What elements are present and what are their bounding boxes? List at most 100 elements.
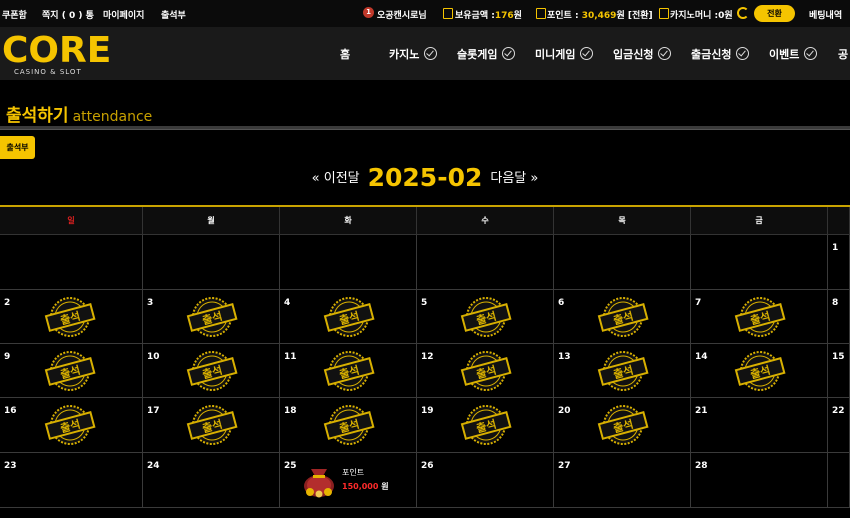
header: CORE CASINO & SLOT 홈 카지노 슬롯게임 미니게임 입금신청 … <box>0 27 850 80</box>
day-number: 28 <box>695 461 708 471</box>
casino-money-icon <box>659 8 669 19</box>
nav-label: 이벤트 <box>769 48 800 61</box>
nav-label: 슬롯게임 <box>457 48 498 61</box>
prev-month-link[interactable]: « 이전달 <box>312 171 360 186</box>
day-number: 3 <box>147 298 154 308</box>
weekday-header: 화 <box>280 207 417 235</box>
point-unit: 원 <box>616 11 625 21</box>
day-number: 19 <box>421 406 434 416</box>
calendar-day-cell: 13 출석 <box>554 344 691 398</box>
mypage-link[interactable]: 마이페이지 <box>103 8 144 21</box>
calendar-day-cell: 4 출석 <box>280 290 417 344</box>
day-number: 17 <box>147 406 160 416</box>
page-title-ko: 출석하기 <box>6 106 69 126</box>
nav-minigame[interactable]: 미니게임 <box>535 46 594 62</box>
next-month-link[interactable]: 다음달 » <box>490 171 538 186</box>
day-number: 4 <box>284 298 291 308</box>
casino-unit: 원 <box>724 11 733 21</box>
attendance-stamp-icon: 출석 <box>597 405 649 445</box>
calendar-day-cell <box>554 235 691 290</box>
day-number: 12 <box>421 352 434 362</box>
attendance-stamp-icon: 출석 <box>323 297 375 337</box>
attendance-book-button[interactable]: 출석부 <box>0 136 35 159</box>
point-display: 포인트 : 30,469원 [전환] <box>547 8 653 21</box>
day-number: 23 <box>4 461 17 471</box>
weekday-header: 일 <box>0 207 143 235</box>
day-number: 7 <box>695 298 702 308</box>
calendar-day-cell: 14 출석 <box>691 344 828 398</box>
refresh-icon[interactable] <box>737 7 749 19</box>
day-number: 18 <box>284 406 297 416</box>
calendar-day-cell <box>417 235 554 290</box>
attendance-stamp-icon: 출석 <box>186 351 238 391</box>
bet-history-link[interactable]: 베팅내역 <box>809 8 842 21</box>
calendar-day-cell <box>828 453 850 508</box>
message-link[interactable]: 쪽지 ( 0 ) 통 <box>42 8 94 21</box>
calendar-day-cell: 27 <box>554 453 691 508</box>
nav-notice[interactable]: 공 <box>838 46 848 62</box>
attendance-stamp-icon: 출석 <box>460 351 512 391</box>
calendar-day-cell: 25 포인트 150,000 원 <box>280 453 417 508</box>
point-value: 30,469 <box>581 11 617 21</box>
page-title-en: attendance <box>72 109 153 125</box>
message-label: 쪽지 <box>42 11 59 21</box>
convert-button[interactable]: 전환 <box>754 5 795 22</box>
casino-label: 카지노머니 : <box>670 11 719 21</box>
month-title: 2025-02 <box>367 163 483 192</box>
point-convert-link[interactable]: [전환] <box>628 11 653 21</box>
nav-event[interactable]: 이벤트 <box>769 46 818 62</box>
calendar-day-cell: 11 출석 <box>280 344 417 398</box>
calendar-day-cell: 22 <box>828 398 850 453</box>
calendar-day-cell: 19 출석 <box>417 398 554 453</box>
nav-withdraw[interactable]: 출금신청 <box>691 46 750 62</box>
day-number: 16 <box>4 406 17 416</box>
calendar-day-cell: 8 <box>828 290 850 344</box>
calendar-day-cell <box>691 235 828 290</box>
nav-slot[interactable]: 슬롯게임 <box>457 46 516 62</box>
weekday-header: 목 <box>554 207 691 235</box>
day-number: 21 <box>695 406 708 416</box>
check-circle-icon <box>658 47 672 60</box>
attendance-stamp-icon: 출석 <box>323 405 375 445</box>
attendance-stamp-icon: 출석 <box>734 351 786 391</box>
casino-money-display: 카지노머니 :0원 <box>670 8 733 21</box>
page-title: 출석하기 attendance <box>6 101 152 126</box>
day-number: 14 <box>695 352 708 362</box>
day-number: 11 <box>284 352 297 362</box>
attendance-stamp-icon: 출석 <box>44 351 96 391</box>
user-name: 오공캔시로님 <box>377 11 427 21</box>
attendance-stamp-icon: 출석 <box>323 351 375 391</box>
attendance-stamp-icon: 출석 <box>460 405 512 445</box>
day-number: 1 <box>832 243 839 253</box>
attendance-link[interactable]: 출석부 <box>161 8 186 21</box>
logo-text: CORE <box>2 30 112 71</box>
day-number: 26 <box>421 461 434 471</box>
calendar-day-cell: 2 출석 <box>0 290 143 344</box>
check-circle-icon <box>804 47 818 60</box>
money-bag-icon <box>304 469 334 498</box>
calendar-day-cell: 6 출석 <box>554 290 691 344</box>
balance-unit: 원 <box>513 11 522 21</box>
attendance-stamp-icon: 출석 <box>460 297 512 337</box>
nav-casino[interactable]: 카지노 <box>389 46 438 62</box>
nav-deposit[interactable]: 입금신청 <box>613 46 672 62</box>
calendar-header: 일월화수목금 <box>0 207 850 235</box>
day-number: 6 <box>558 298 565 308</box>
nav-label: 미니게임 <box>535 48 576 61</box>
attendance-stamp-icon: 출석 <box>597 351 649 391</box>
balance-value: 176 <box>494 11 514 21</box>
calendar-day-cell: 18 출석 <box>280 398 417 453</box>
weekday-header: 수 <box>417 207 554 235</box>
wallet-icon <box>443 8 453 19</box>
calendar-day-cell: 24 <box>143 453 280 508</box>
attendance-stamp-icon: 출석 <box>44 405 96 445</box>
calendar-body: 1 2 출석 3 출석 4 출석 5 출석 6 출석 7 출석 8 9 출석 10 출석 11 출석 12 출석 13 출석 1… <box>0 235 850 508</box>
day-number: 25 <box>284 461 297 471</box>
coupon-link[interactable]: 쿠폰함 <box>2 8 27 21</box>
calendar-day-cell: 1 <box>828 235 850 290</box>
reward-label: 포인트 <box>342 468 365 477</box>
attendance-stamp-icon: 출석 <box>44 297 96 337</box>
nav-label: 카지노 <box>389 48 420 61</box>
logo[interactable]: CORE CASINO & SLOT <box>0 30 112 77</box>
nav-home[interactable]: 홈 <box>340 46 350 62</box>
